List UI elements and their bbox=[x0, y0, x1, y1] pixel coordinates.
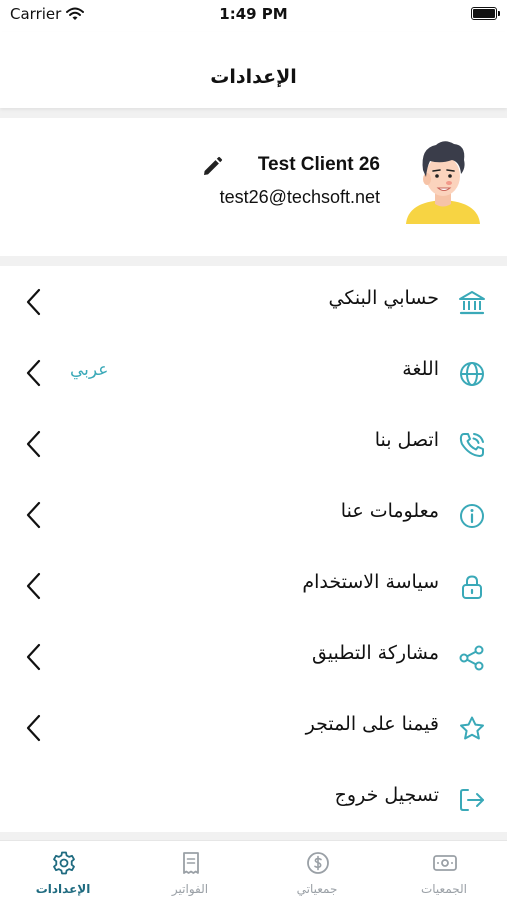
language-value: عربي bbox=[70, 360, 109, 380]
menu-label-share-app: مشاركة التطبيق bbox=[311, 642, 439, 664]
tab-groups[interactable]: الجمعيات bbox=[381, 841, 507, 900]
menu-label-contact-us: اتصل بنا bbox=[374, 429, 439, 451]
tab-label-my-groups: جمعياتي bbox=[296, 882, 338, 896]
chevron-left-icon bbox=[26, 714, 41, 742]
chevron-left-icon bbox=[26, 359, 41, 387]
chevron-left-icon bbox=[26, 643, 41, 671]
menu-item-rate-us[interactable]: قيمنا على المتجر bbox=[0, 692, 507, 763]
menu-label-bank-account: حسابي البنكي bbox=[328, 287, 439, 309]
profile-card: Test Client 26 test26@techsoft.net bbox=[0, 118, 507, 256]
status-bar: Carrier 1:49 PM bbox=[0, 0, 507, 32]
cash-icon bbox=[433, 855, 457, 871]
lock-icon bbox=[462, 575, 482, 599]
menu-label-language: اللغة bbox=[402, 358, 439, 380]
page-title: الإعدادات bbox=[210, 66, 297, 88]
tab-invoices[interactable]: الفواتير bbox=[127, 841, 253, 900]
avatar bbox=[406, 141, 480, 224]
chevron-left-icon bbox=[26, 501, 41, 529]
tab-settings[interactable]: الإعدادات bbox=[0, 841, 126, 900]
globe-icon bbox=[460, 362, 484, 386]
receipt-icon bbox=[183, 852, 199, 874]
menu-label-rate-us: قيمنا على المتجر bbox=[305, 713, 439, 735]
tab-my-groups[interactable]: جمعياتي bbox=[254, 841, 380, 900]
menu-item-logout[interactable]: تسجيل خروج bbox=[0, 763, 507, 834]
menu-item-usage-policy[interactable]: سياسة الاستخدام bbox=[0, 550, 507, 621]
tab-label-groups: الجمعيات bbox=[420, 882, 468, 896]
settings-menu: حسابي البنكي اللغة عربي اتصل بنا معلومات… bbox=[0, 266, 507, 832]
logout-icon bbox=[460, 789, 484, 811]
dollar-coin-icon bbox=[307, 852, 329, 874]
menu-item-contact-us[interactable]: اتصل بنا bbox=[0, 408, 507, 479]
nav-header: الإعدادات bbox=[0, 32, 507, 108]
menu-label-about-us: معلومات عنا bbox=[340, 500, 439, 522]
menu-item-about-us[interactable]: معلومات عنا bbox=[0, 479, 507, 550]
menu-item-bank-account[interactable]: حسابي البنكي bbox=[0, 266, 507, 337]
menu-label-usage-policy: سياسة الاستخدام bbox=[302, 571, 439, 593]
chevron-left-icon bbox=[26, 288, 41, 316]
tab-label-invoices: الفواتير bbox=[171, 882, 209, 896]
info-icon bbox=[460, 504, 484, 528]
profile-email: test26@techsoft.net bbox=[219, 187, 380, 207]
phone-icon bbox=[459, 433, 484, 457]
share-icon bbox=[459, 645, 484, 671]
tab-label-settings: الإعدادات bbox=[35, 882, 91, 896]
chevron-left-icon bbox=[26, 572, 41, 600]
menu-label-logout: تسجيل خروج bbox=[334, 784, 439, 806]
chevron-left-icon bbox=[26, 430, 41, 458]
clock: 1:49 PM bbox=[219, 5, 288, 23]
gear-icon bbox=[53, 851, 75, 875]
battery-icon bbox=[471, 7, 500, 20]
profile-name: Test Client 26 bbox=[257, 154, 380, 175]
menu-item-share-app[interactable]: مشاركة التطبيق bbox=[0, 621, 507, 692]
star-icon bbox=[460, 716, 484, 740]
bank-icon bbox=[459, 291, 485, 315]
bottom-tab-bar: الجمعيات جمعياتي الفواتير الإعدادات bbox=[0, 840, 507, 900]
edit-profile-button[interactable] bbox=[200, 155, 224, 179]
menu-item-language[interactable]: اللغة عربي bbox=[0, 337, 507, 408]
